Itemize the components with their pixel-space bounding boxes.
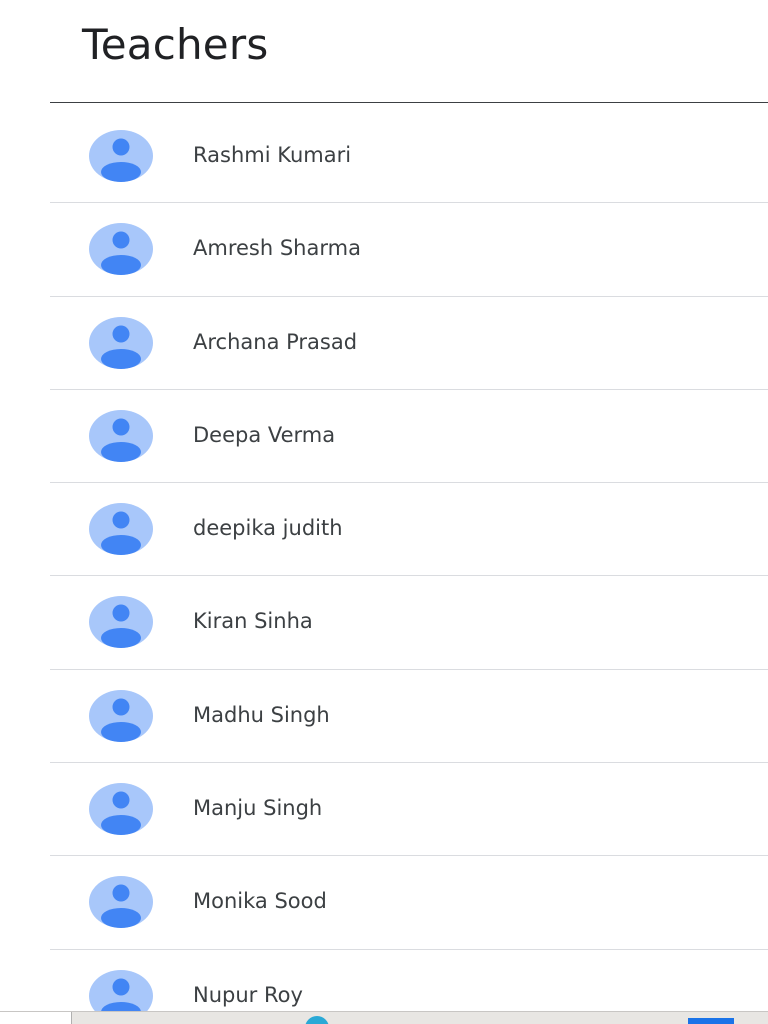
avatar[interactable] [89, 130, 153, 182]
section-header: Teachers [50, 0, 768, 103]
teachers-page: Teachers Rashmi Kumari Amresh Sharma Arc… [0, 0, 768, 1024]
app-icon[interactable] [688, 1018, 734, 1024]
person-icon [101, 325, 141, 369]
person-icon [101, 884, 141, 929]
teacher-name: Amresh Sharma [193, 236, 361, 261]
teacher-row[interactable]: Kiran Sinha [50, 576, 768, 670]
person-icon [101, 791, 141, 836]
person-icon [101, 231, 141, 276]
teacher-row[interactable]: Amresh Sharma [50, 203, 768, 297]
avatar[interactable] [89, 876, 153, 929]
taskbar [0, 1011, 768, 1024]
person-icon [101, 604, 141, 649]
teacher-name: Rashmi Kumari [193, 143, 352, 167]
taskbar-search-box[interactable] [0, 1012, 72, 1024]
teacher-list: Rashmi Kumari Amresh Sharma Archana Pras… [50, 110, 768, 1024]
teacher-row[interactable]: Manju Singh [50, 763, 768, 857]
teacher-name: Kiran Sinha [193, 609, 313, 634]
person-icon [101, 418, 141, 462]
avatar[interactable] [89, 409, 153, 462]
teacher-name: Deepa Verma [193, 422, 336, 447]
teacher-name: deepika judith [193, 516, 343, 541]
teacher-row[interactable]: Rashmi Kumari [50, 110, 768, 204]
teacher-row[interactable]: deepika judith [50, 483, 768, 577]
avatar[interactable] [89, 503, 153, 556]
browser-icon[interactable] [305, 1016, 329, 1024]
teacher-name: Monika Sood [193, 889, 327, 914]
section-title: Teachers [82, 20, 269, 69]
avatar[interactable] [89, 783, 153, 836]
teacher-name: Nupur Roy [193, 982, 303, 1007]
teacher-row[interactable]: Archana Prasad [50, 297, 768, 390]
person-icon [101, 698, 141, 742]
avatar[interactable] [89, 689, 153, 742]
teacher-name: Madhu Singh [193, 702, 330, 727]
teacher-row[interactable]: Madhu Singh [50, 670, 768, 764]
teacher-row[interactable]: Deepa Verma [50, 390, 768, 484]
teacher-row[interactable]: Monika Sood [50, 856, 768, 950]
avatar[interactable] [89, 596, 153, 649]
teacher-name: Manju Singh [193, 796, 323, 821]
teacher-name: Archana Prasad [193, 329, 358, 354]
avatar[interactable] [89, 316, 153, 369]
person-icon [101, 511, 141, 556]
avatar[interactable] [89, 223, 153, 276]
person-icon [101, 138, 141, 182]
